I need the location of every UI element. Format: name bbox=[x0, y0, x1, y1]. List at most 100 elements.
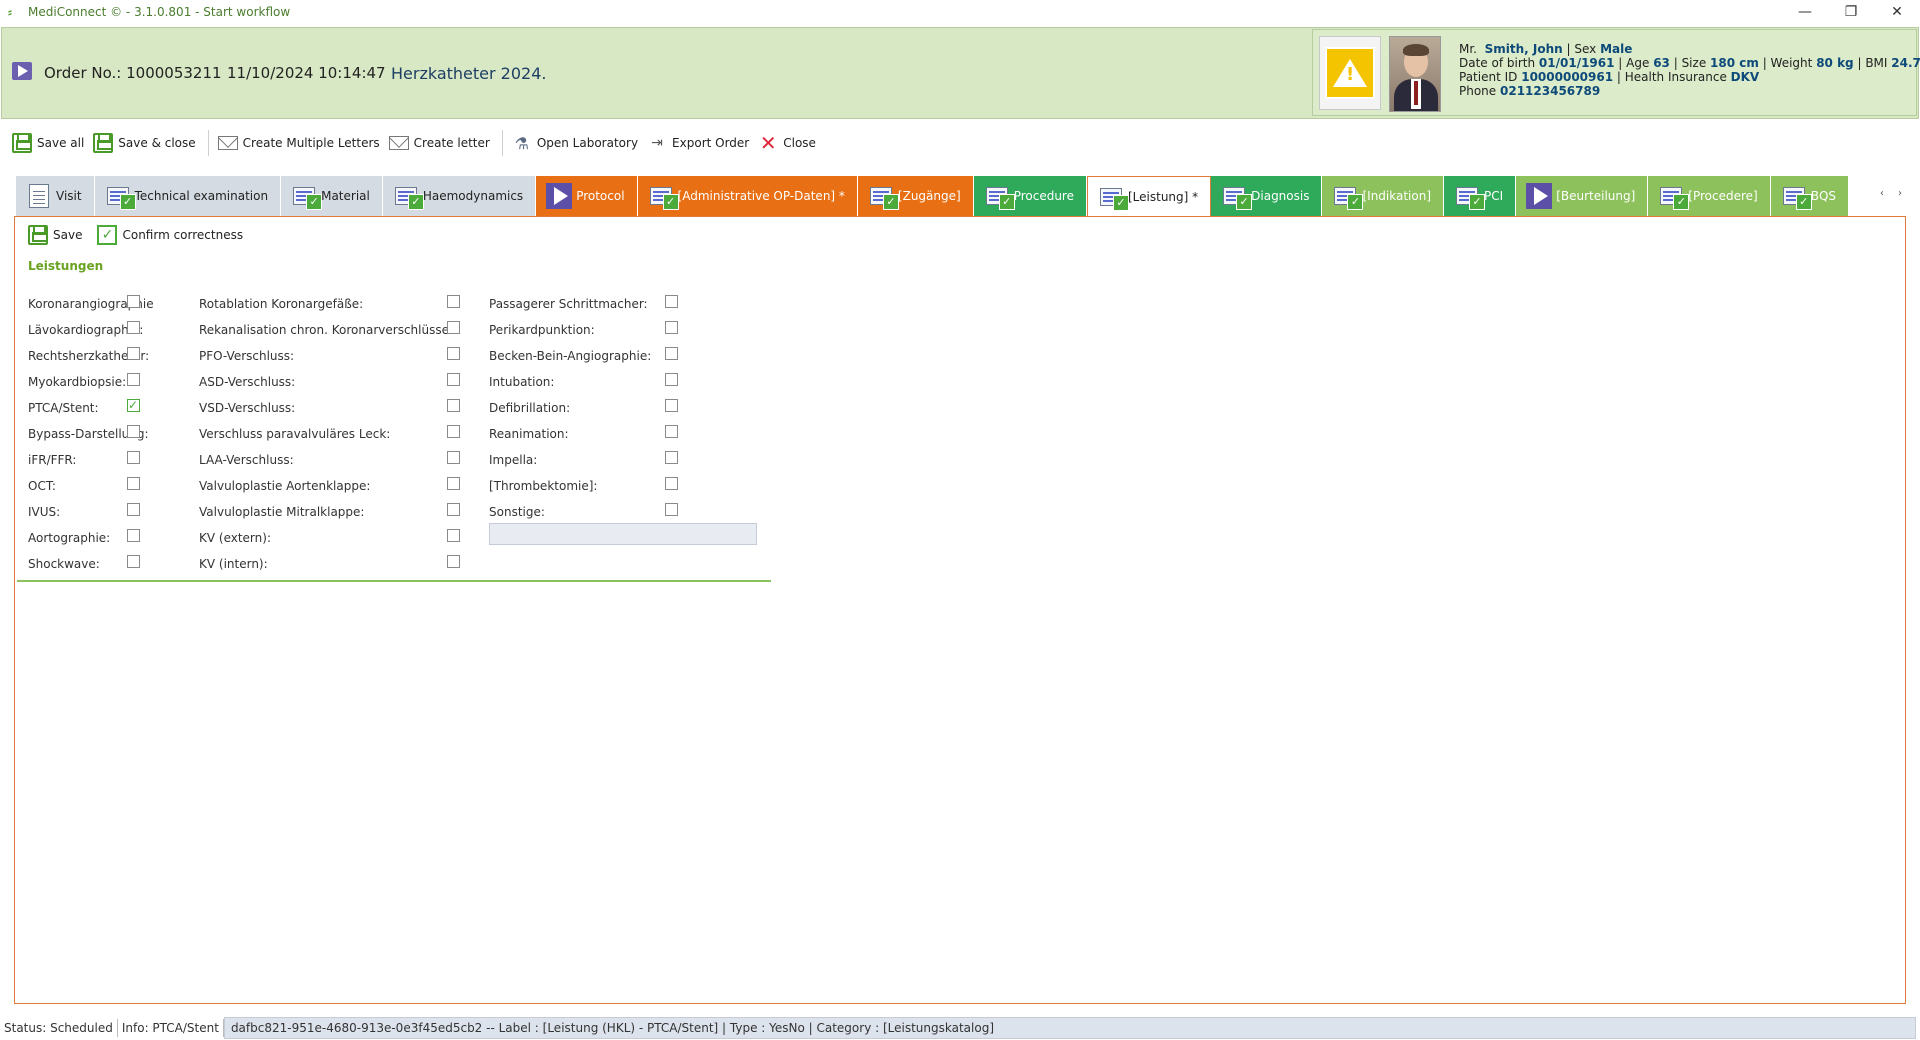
save-close-button[interactable]: Save & close bbox=[90, 128, 201, 158]
checkbox[interactable] bbox=[127, 477, 140, 490]
tab-7[interactable]: Procedure bbox=[973, 176, 1087, 216]
tab-5[interactable]: [Administrative OP-Daten] * bbox=[637, 176, 858, 216]
checkbox[interactable] bbox=[447, 399, 460, 412]
create-multiple-letters-button[interactable]: Create Multiple Letters bbox=[215, 128, 386, 158]
tab-label: Diagnosis bbox=[1251, 189, 1310, 203]
checkbox[interactable] bbox=[127, 321, 140, 334]
create-letter-button[interactable]: Create letter bbox=[386, 128, 496, 158]
field-label: Shockwave: bbox=[28, 557, 100, 571]
tab-scroll-left-icon[interactable]: ‹ bbox=[1880, 188, 1884, 199]
panel-save-button[interactable]: Save bbox=[25, 223, 88, 247]
checkbox[interactable] bbox=[447, 347, 460, 360]
form-divider bbox=[17, 580, 771, 582]
tab-label: Visit bbox=[56, 189, 82, 203]
tab-label: Protocol bbox=[576, 189, 625, 203]
status-detail: dafbc821-951e-4680-913e-0e3f45ed5cb2 -- … bbox=[223, 1017, 1916, 1039]
play-icon[interactable] bbox=[12, 62, 32, 80]
restore-icon[interactable]: ❐ bbox=[1828, 0, 1874, 24]
tab-6[interactable]: [Zugänge] bbox=[857, 176, 974, 216]
field-label: iFR/FFR: bbox=[28, 453, 77, 467]
checkbox[interactable] bbox=[665, 425, 678, 438]
checkbox[interactable] bbox=[665, 373, 678, 386]
close-button[interactable]: ✕ Close bbox=[755, 128, 822, 158]
checkbox[interactable] bbox=[447, 503, 460, 516]
checkbox[interactable] bbox=[127, 295, 140, 308]
status-text: Status: Scheduled bbox=[0, 1019, 118, 1037]
patient-info-box: ! Mr. Smith, John | Sex Male Date of bir… bbox=[1312, 29, 1920, 116]
checkbox[interactable] bbox=[447, 425, 460, 438]
tab-label: [Beurteilung] bbox=[1556, 189, 1636, 203]
checkbox[interactable] bbox=[665, 477, 678, 490]
tab-3[interactable]: Haemodynamics bbox=[382, 176, 537, 216]
checkbox[interactable] bbox=[447, 295, 460, 308]
checkbox[interactable] bbox=[127, 555, 140, 568]
workflow-name: Herzkatheter 2024. bbox=[391, 64, 547, 83]
tab-11[interactable]: PCI bbox=[1444, 176, 1517, 216]
calendar-check-icon bbox=[1454, 185, 1486, 210]
checkbox[interactable] bbox=[127, 373, 140, 386]
close-window-icon[interactable]: ✕ bbox=[1874, 0, 1920, 24]
checkbox[interactable] bbox=[665, 399, 678, 412]
patient-details: Mr. Smith, John | Sex Male Date of birth… bbox=[1459, 42, 1920, 98]
checkbox[interactable] bbox=[447, 451, 460, 464]
calendar-check-icon bbox=[984, 185, 1015, 210]
sonstige-text-field[interactable] bbox=[489, 523, 757, 545]
field-label: OCT: bbox=[28, 479, 56, 493]
tab-1[interactable]: Technical examination bbox=[94, 176, 282, 216]
tab-2[interactable]: Material bbox=[281, 176, 383, 216]
minimize-icon[interactable]: — bbox=[1782, 0, 1828, 24]
checkbox[interactable] bbox=[447, 321, 460, 334]
warning-button[interactable]: ! bbox=[1319, 36, 1381, 110]
calendar-check-icon bbox=[648, 185, 679, 210]
save-icon bbox=[27, 224, 49, 246]
save-icon bbox=[11, 132, 33, 154]
checkbox[interactable] bbox=[127, 347, 140, 360]
tab-8[interactable]: [Leistung] * bbox=[1086, 176, 1212, 217]
checkbox[interactable] bbox=[127, 425, 140, 438]
checkbox[interactable] bbox=[127, 451, 140, 464]
checkbox[interactable] bbox=[447, 555, 460, 568]
title-bar: ⸗ MediConnect © - 3.1.0.801 - Start work… bbox=[0, 0, 1920, 24]
field-label: Sonstige: bbox=[489, 505, 545, 519]
tab-12[interactable]: [Beurteilung] bbox=[1516, 176, 1649, 216]
tab-scroll-right-icon[interactable]: › bbox=[1898, 188, 1902, 199]
checkbox[interactable] bbox=[447, 477, 460, 490]
tab-label: Procedure bbox=[1013, 189, 1074, 203]
export-order-button[interactable]: ⇥ Export Order bbox=[644, 128, 755, 158]
field-label: Rotablation Koronargefäße: bbox=[199, 297, 364, 311]
tab-14[interactable]: BQS bbox=[1770, 176, 1850, 216]
field-label: KV (extern): bbox=[199, 531, 271, 545]
calendar-check-icon bbox=[868, 185, 899, 210]
checkbox[interactable] bbox=[665, 503, 678, 516]
tab-9[interactable]: Diagnosis bbox=[1211, 176, 1323, 216]
tab-4[interactable]: Protocol bbox=[536, 176, 638, 216]
checkbox[interactable] bbox=[127, 529, 140, 542]
calendar-check-icon bbox=[1658, 185, 1690, 210]
checkbox[interactable] bbox=[665, 321, 678, 334]
checkbox[interactable] bbox=[665, 451, 678, 464]
tab-0[interactable]: Visit bbox=[16, 176, 95, 216]
app-logo-icon: ⸗ bbox=[8, 5, 12, 19]
play-icon bbox=[1526, 183, 1553, 209]
order-header: Order No.: 1000053211 11/10/2024 10:14:4… bbox=[1, 27, 1920, 119]
save-icon bbox=[92, 132, 114, 154]
confirm-correctness-button[interactable]: ✓ Confirm correctness bbox=[94, 223, 249, 247]
checkbox[interactable] bbox=[665, 347, 678, 360]
calendar-check-icon bbox=[1221, 185, 1253, 210]
checkbox[interactable] bbox=[127, 503, 140, 516]
order-number: Order No.: 1000053211 bbox=[44, 64, 222, 82]
field-label: ASD-Verschluss: bbox=[199, 375, 296, 389]
toolbar-divider bbox=[207, 130, 209, 156]
checkbox[interactable] bbox=[127, 398, 140, 412]
flask-icon: ⚗ bbox=[514, 133, 529, 153]
open-laboratory-button[interactable]: ⚗ Open Laboratory bbox=[509, 128, 644, 158]
checkbox[interactable] bbox=[447, 529, 460, 542]
field-label: Intubation: bbox=[489, 375, 555, 389]
tab-13[interactable]: [Procedere] bbox=[1648, 176, 1771, 216]
tab-10[interactable]: [Indikation] bbox=[1322, 176, 1445, 216]
checkbox[interactable] bbox=[665, 295, 678, 308]
confirm-check-icon: ✓ bbox=[96, 224, 118, 246]
save-all-button[interactable]: Save all bbox=[9, 128, 90, 158]
tab-label: Technical examination bbox=[134, 189, 269, 203]
checkbox[interactable] bbox=[447, 373, 460, 386]
